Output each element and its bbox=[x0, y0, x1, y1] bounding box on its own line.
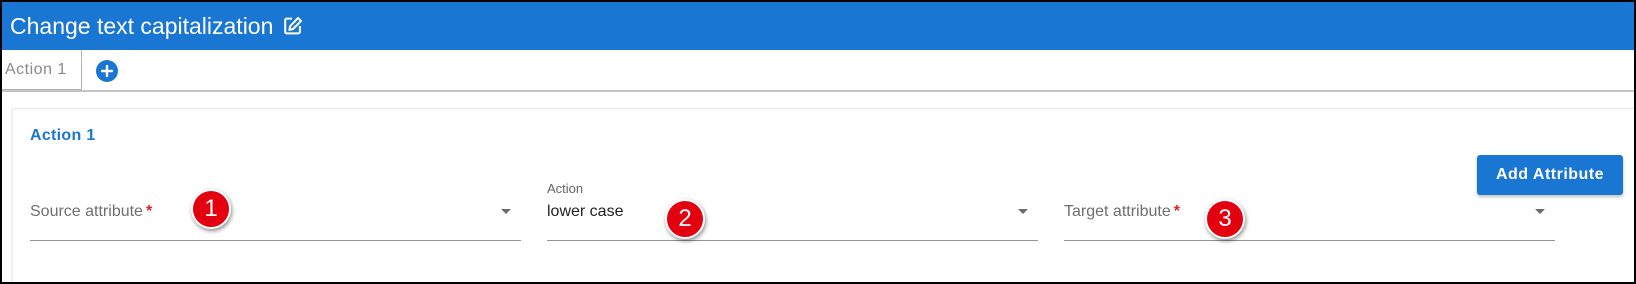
page-title: Change text capitalization bbox=[10, 12, 274, 39]
field-underline bbox=[1064, 240, 1555, 241]
field-underline bbox=[547, 240, 1038, 241]
required-marker: * bbox=[145, 203, 153, 220]
action-select[interactable]: Action lower case bbox=[547, 181, 1038, 241]
title-bar: Change text capitalization bbox=[2, 2, 1634, 50]
add-tab-button[interactable] bbox=[96, 60, 118, 82]
chevron-down-icon bbox=[501, 209, 511, 214]
tab-bar: Action 1 bbox=[2, 50, 1634, 92]
required-marker: * bbox=[1173, 203, 1180, 220]
target-attribute-select[interactable]: Target attribute * bbox=[1064, 181, 1555, 241]
field-underline bbox=[30, 240, 521, 241]
source-attribute-label: Source attribute * bbox=[30, 203, 153, 220]
action-panel: Action 1 Add Attribute Source attribute *… bbox=[12, 108, 1634, 282]
tab-label: Action 1 bbox=[5, 60, 67, 78]
chevron-down-icon bbox=[1535, 209, 1545, 214]
step-badge-1: 1 bbox=[191, 189, 231, 229]
tab-action-1[interactable]: Action 1 bbox=[2, 50, 82, 90]
step-badge-3: 3 bbox=[1205, 199, 1245, 239]
window-frame: Change text capitalization Action 1 Acti… bbox=[0, 0, 1636, 284]
plus-circle-icon bbox=[101, 65, 113, 77]
action-value: lower case bbox=[547, 203, 624, 220]
section-title: Action 1 bbox=[30, 127, 96, 144]
source-attribute-select[interactable]: Source attribute * bbox=[30, 181, 521, 241]
step-badge-2: 2 bbox=[665, 199, 705, 239]
edit-icon[interactable] bbox=[282, 15, 304, 37]
action-label: Action bbox=[547, 181, 584, 196]
chevron-down-icon bbox=[1018, 209, 1028, 214]
target-attribute-label: Target attribute * bbox=[1064, 203, 1180, 220]
